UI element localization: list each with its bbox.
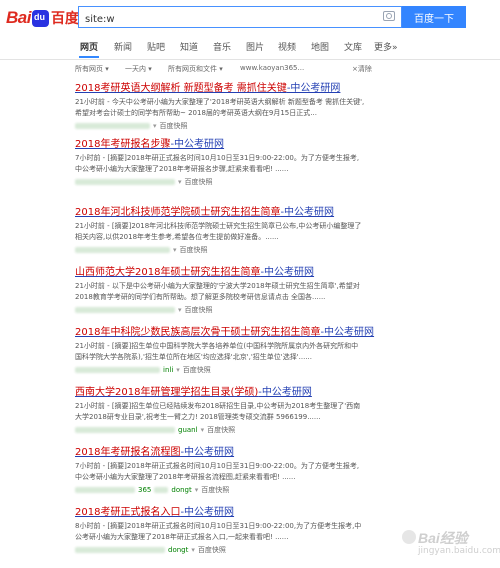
snapshot-link[interactable]: 百度快照 bbox=[185, 177, 213, 187]
result-abstract: 21小时前 - 今天中公考研小编为大家整理了'2018考研英语大纲解析 新题型备… bbox=[75, 98, 365, 117]
blurred-url bbox=[75, 487, 135, 493]
result-abstract: 21小时前 - [摘要]招生单位中国科学院大学各培养单位(中国科学院所属京内外各… bbox=[75, 342, 359, 361]
dropdown-arrow-icon[interactable]: ▾ bbox=[191, 546, 195, 554]
logo-text-latin: Bai bbox=[6, 8, 31, 27]
search-input[interactable] bbox=[79, 9, 381, 30]
result-url[interactable]: 365 dongt ▾ 百度快照 bbox=[75, 485, 375, 495]
tab-zhidao[interactable]: 知道 bbox=[180, 40, 198, 53]
nav-divider bbox=[0, 59, 500, 60]
tab-tieba[interactable]: 贴吧 bbox=[147, 40, 165, 53]
blurred-url bbox=[75, 179, 175, 185]
result-url[interactable]: inli ▾ 百度快照 bbox=[75, 365, 375, 375]
tab-images[interactable]: 图片 bbox=[246, 40, 264, 53]
camera-icon[interactable] bbox=[383, 11, 395, 21]
result-url[interactable]: ▾ 百度快照 bbox=[75, 121, 375, 131]
result-title[interactable]: 2018年河北科技师范学院硕士研究生招生简章-中公考研网 bbox=[75, 206, 375, 219]
snapshot-link[interactable]: 百度快照 bbox=[198, 545, 226, 555]
result-item: 2018年中科院少数民族高层次骨干硕士研究生招生简章-中公考研网 21小时前 -… bbox=[75, 326, 375, 375]
tab-map[interactable]: 地图 bbox=[311, 40, 329, 53]
filter-time[interactable]: 一天内 ▾ bbox=[125, 64, 152, 74]
result-title[interactable]: 2018年考研报名步骤-中公考研网 bbox=[75, 138, 375, 151]
category-nav: 网页 新闻 贴吧 知道 音乐 图片 视频 地图 文库 更多» bbox=[0, 36, 500, 58]
result-url[interactable]: ▾ 百度快照 bbox=[75, 305, 375, 315]
watermark-logo: Bai经验 bbox=[418, 530, 468, 546]
blurred-url bbox=[75, 307, 175, 313]
search-tools: 所有网页 ▾ 一天内 ▾ 所有网页和文件 ▾ www.kaoyan365... … bbox=[0, 62, 500, 78]
search-button[interactable]: 百度一下 bbox=[402, 6, 466, 28]
snapshot-link[interactable]: 百度快照 bbox=[207, 425, 235, 435]
snapshot-link[interactable]: 百度快照 bbox=[183, 365, 211, 375]
dropdown-arrow-icon[interactable]: ▾ bbox=[178, 178, 182, 186]
result-url[interactable]: ▾ 百度快照 bbox=[75, 245, 375, 255]
snapshot-link[interactable]: 百度快照 bbox=[180, 245, 208, 255]
result-item: 西南大学2018年研管理学招生目录(学硕)-中公考研网 21小时前 - [摘要]… bbox=[75, 386, 375, 435]
result-abstract: 7小时前 - [摘要]2018年研正式报名时间10月10日至31日9:00-22… bbox=[75, 154, 360, 173]
snapshot-link[interactable]: 百度快照 bbox=[160, 121, 188, 131]
result-item: 2018年河北科技师范学院硕士研究生招生简章-中公考研网 21小时前 - [摘要… bbox=[75, 206, 375, 255]
url-fragment: guanl bbox=[178, 426, 198, 434]
tab-video[interactable]: 视频 bbox=[278, 40, 296, 53]
logo-text-cn: 百度 bbox=[50, 11, 79, 27]
snapshot-link[interactable]: 百度快照 bbox=[201, 485, 229, 495]
result-title[interactable]: 2018考研英语大纲解析 新题型备考 需抓住关键-中公考研网 bbox=[75, 82, 375, 95]
watermark: Bai经验 jingyan.baidu.com bbox=[402, 524, 500, 560]
result-item: 2018年考研报名步骤-中公考研网 7小时前 - [摘要]2018年研正式报名时… bbox=[75, 138, 375, 187]
baidu-logo[interactable]: Bai 百度 bbox=[6, 7, 79, 29]
tab-web[interactable]: 网页 bbox=[80, 40, 98, 53]
result-url[interactable]: guanl ▾ 百度快照 bbox=[75, 425, 375, 435]
url-fragment: inli bbox=[163, 366, 174, 374]
result-url[interactable]: ▾ 百度快照 bbox=[75, 177, 375, 187]
snapshot-link[interactable]: 百度快照 bbox=[185, 305, 213, 315]
tab-news[interactable]: 新闻 bbox=[114, 40, 132, 53]
blurred-url bbox=[75, 123, 150, 129]
result-item: 2018考研正式报名入口-中公考研网 8小时前 - [摘要]2018年研正式报名… bbox=[75, 506, 375, 555]
filter-all-pages[interactable]: 所有网页 ▾ bbox=[75, 64, 109, 74]
result-title[interactable]: 2018年中科院少数民族高层次骨干硕士研究生招生简章-中公考研网 bbox=[75, 326, 375, 339]
filter-clear[interactable]: ×清除 bbox=[352, 64, 372, 74]
result-title[interactable]: 2018年考研报名流程图-中公考研网 bbox=[75, 446, 375, 459]
blurred-url bbox=[75, 367, 160, 373]
dropdown-arrow-icon[interactable]: ▾ bbox=[153, 122, 157, 130]
search-box[interactable] bbox=[78, 6, 402, 30]
watermark-url: jingyan.baidu.com bbox=[418, 546, 500, 556]
blurred-url bbox=[75, 427, 175, 433]
paw-icon bbox=[402, 530, 416, 544]
blurred-url bbox=[75, 547, 165, 553]
result-abstract: 21小时前 - [摘要]招生单位已经陆续发布2018研招生目录,中公考研为201… bbox=[75, 402, 361, 421]
dropdown-arrow-icon[interactable]: ▾ bbox=[176, 366, 180, 374]
filter-site[interactable]: www.kaoyan365... bbox=[240, 64, 304, 72]
result-title[interactable]: 西南大学2018年研管理学招生目录(学硕)-中公考研网 bbox=[75, 386, 375, 399]
result-url[interactable]: dongt ▾ 百度快照 bbox=[75, 545, 375, 555]
blurred-url bbox=[154, 487, 169, 493]
top-bar: Bai 百度 百度一下 bbox=[0, 0, 500, 35]
result-title[interactable]: 山西师范大学2018年硕士研究生招生简章-中公考研网 bbox=[75, 266, 375, 279]
result-abstract: 8小时前 - [摘要]2018年研正式报名时间10月10日至31日9:00-22… bbox=[75, 522, 362, 541]
active-tab-underline bbox=[79, 56, 99, 58]
result-abstract: 7小时前 - [摘要]2018年研正式报名时间10月10日至31日9:00-22… bbox=[75, 462, 360, 481]
dropdown-arrow-icon[interactable]: ▾ bbox=[201, 426, 205, 434]
dropdown-arrow-icon[interactable]: ▾ bbox=[195, 486, 199, 494]
url-fragment: dongt bbox=[171, 486, 192, 494]
tab-more[interactable]: 更多» bbox=[374, 40, 398, 53]
result-item: 2018年考研报名流程图-中公考研网 7小时前 - [摘要]2018年研正式报名… bbox=[75, 446, 375, 495]
dropdown-arrow-icon[interactable]: ▾ bbox=[178, 306, 182, 314]
tab-wenku[interactable]: 文库 bbox=[344, 40, 362, 53]
result-title[interactable]: 2018考研正式报名入口-中公考研网 bbox=[75, 506, 375, 519]
blurred-url bbox=[75, 247, 170, 253]
dropdown-arrow-icon[interactable]: ▾ bbox=[173, 246, 177, 254]
result-abstract: 21小时前 - 以下是中公考研小编为大家整理的'宁波大学2018年硕士研究生招生… bbox=[75, 282, 360, 301]
result-abstract: 21小时前 - [摘要]2018年河北科技师范学院硕士研究生招生简章已公布,中公… bbox=[75, 222, 362, 241]
tab-music[interactable]: 音乐 bbox=[213, 40, 231, 53]
paw-icon bbox=[31, 9, 49, 27]
url-fragment: dongt bbox=[168, 546, 189, 554]
filter-file-type[interactable]: 所有网页和文件 ▾ bbox=[168, 64, 223, 74]
result-item: 山西师范大学2018年硕士研究生招生简章-中公考研网 21小时前 - 以下是中公… bbox=[75, 266, 375, 315]
url-fragment: 365 bbox=[138, 486, 152, 494]
result-item: 2018考研英语大纲解析 新题型备考 需抓住关键-中公考研网 21小时前 - 今… bbox=[75, 82, 375, 131]
